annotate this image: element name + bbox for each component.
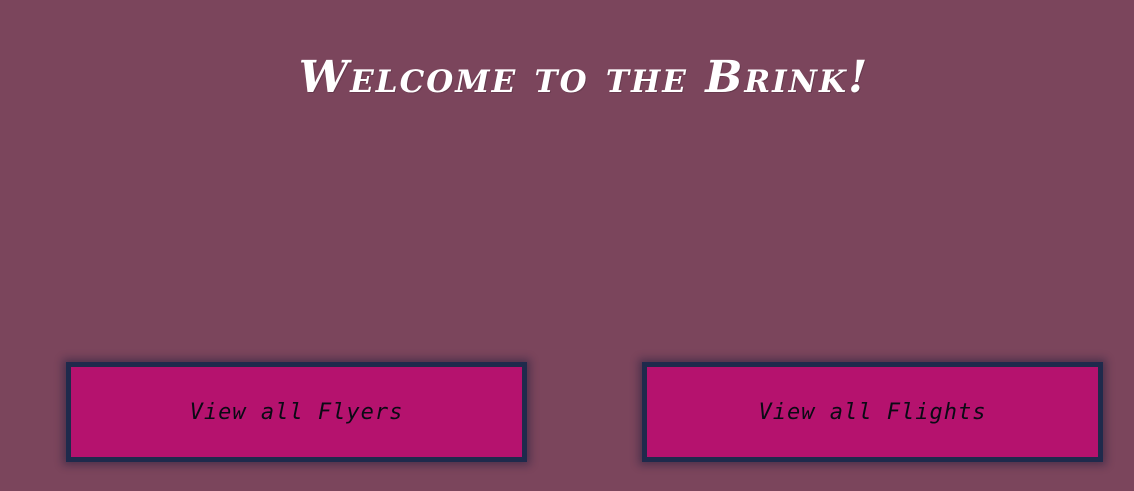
page-title: Welcome to the Brink! bbox=[0, 52, 1134, 105]
view-all-flyers-button[interactable]: View all Flyers bbox=[66, 362, 527, 462]
page-title-text: Welcome to the Brink! bbox=[298, 52, 870, 103]
view-all-flights-button[interactable]: View all Flights bbox=[642, 362, 1103, 462]
view-all-flyers-label: View all Flyers bbox=[189, 399, 404, 425]
view-all-flights-label: View all Flights bbox=[758, 399, 987, 425]
